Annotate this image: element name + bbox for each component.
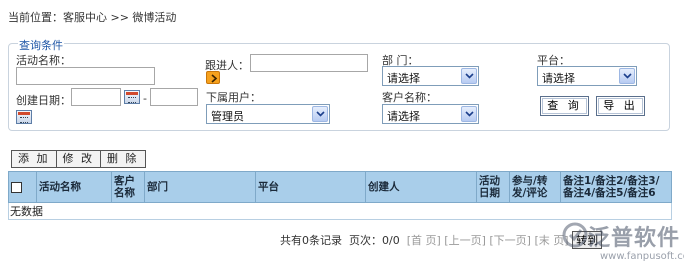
chevron-right-icon [211,74,218,83]
department-select-value: 请选择 [387,72,420,85]
empty-message: 无数据 [8,202,672,220]
chevron-down-icon [619,68,635,84]
column-header[interactable]: 平台 [255,171,366,203]
breadcrumb: 当前位置：客服中心 >> 微博活动 [8,11,177,24]
chevron-down-icon [312,106,328,122]
watermark-url: www.fanpusoft.com [600,251,684,262]
watermark: 泛普软件 www.fanpusoft.com [562,220,684,265]
activity-table: 活动名称 客户名称 部门 平台 创建人 活动日期 参与/转发/评论 备注1/备注… [8,171,672,220]
table-row: 无数据 [8,202,672,220]
customer-name-label: 客户名称： [382,91,437,104]
total-suffix: 条记录 [309,234,342,247]
activity-name-input[interactable] [16,67,155,85]
pagination: 共有0条记录 页次：0/0 [首 页] [上一页] [下一页] [末 页] 转到 [280,231,603,249]
watermark-brand: 泛普软件 [588,226,681,251]
select-all-cell [8,171,37,203]
page-value: 0/0 [382,234,400,247]
platform-select[interactable]: 请选择 [537,66,637,86]
department-select[interactable]: 请选择 [382,66,479,86]
date-from-input[interactable] [71,88,121,106]
chevron-down-icon [461,68,477,84]
customer-name-select-value: 请选择 [387,110,420,123]
add-button[interactable]: 添 加 [11,150,57,168]
table-header-row: 活动名称 客户名称 部门 平台 创建人 活动日期 参与/转发/评论 备注1/备注… [8,171,672,203]
page-label: 页次： [349,234,382,247]
delete-button[interactable]: 删 除 [100,150,146,168]
query-legend: 查询条件 [18,37,64,53]
column-header[interactable]: 备注1/备注2/备注3/备注4/备注5/备注6 [560,171,672,203]
date-to-input[interactable] [150,88,198,106]
calendar-icon[interactable] [124,90,140,104]
column-header[interactable]: 创建人 [365,171,477,203]
export-button[interactable]: 导 出 [596,96,645,116]
edit-button[interactable]: 修 改 [55,150,101,168]
calendar-icon[interactable] [16,110,32,124]
date-separator: - [143,92,147,105]
column-header[interactable]: 参与/转发/评论 [509,171,561,203]
first-page-link[interactable]: [首 页] [407,234,441,247]
follower-input[interactable] [250,54,368,72]
search-button[interactable]: 查 询 [540,96,589,116]
column-header[interactable]: 部门 [144,171,256,203]
column-header[interactable]: 客户名称 [111,171,145,203]
chevron-down-icon [461,106,477,122]
select-all-checkbox[interactable] [11,181,22,193]
total-prefix: 共有 [280,234,302,247]
platform-select-value: 请选择 [542,72,575,85]
subordinate-select-value: 管理员 [211,110,244,123]
column-header[interactable]: 活动名称 [36,171,112,203]
created-date-label: 创建日期： [16,94,71,107]
subordinate-select[interactable]: 管理员 [206,104,330,124]
brand-logo-icon [562,222,588,248]
activity-name-label: 活动名称： [16,54,71,67]
prev-page-link[interactable]: [上一页] [444,234,486,247]
subordinate-label: 下属用户： [206,91,261,104]
next-page-link[interactable]: [下一页] [489,234,531,247]
action-toolbar: 添 加 修 改 删 除 [11,150,146,168]
total-count: 0 [302,234,309,247]
column-header[interactable]: 活动日期 [476,171,510,203]
follower-picker-button[interactable] [206,71,220,84]
customer-name-select[interactable]: 请选择 [382,104,479,124]
